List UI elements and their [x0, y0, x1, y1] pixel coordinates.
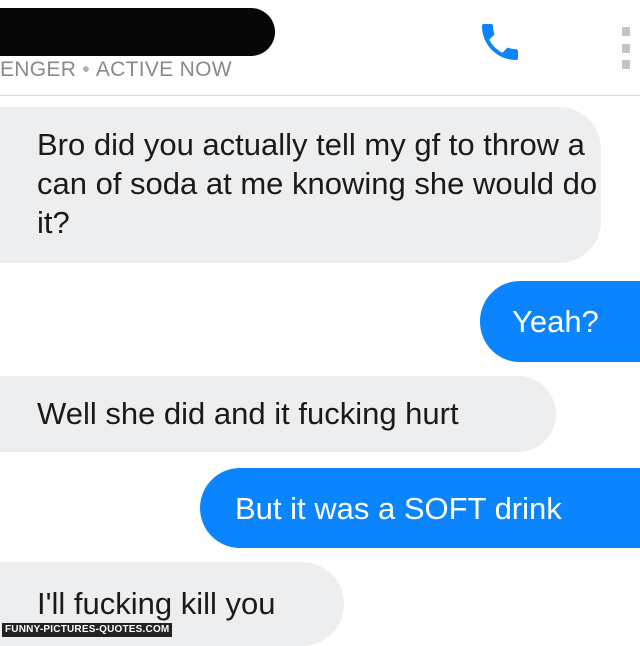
contact-name-fragment: ENGER	[0, 58, 77, 81]
watermark: FUNNY-PICTURES-QUOTES.COM	[2, 623, 173, 637]
redacted-contact-name	[0, 8, 275, 56]
active-status: ENGER • ACTIVE NOW	[0, 58, 232, 82]
conversation-header: ENGER • ACTIVE NOW	[0, 0, 640, 96]
outgoing-message-bubble[interactable]: But it was a SOFT drink	[200, 468, 640, 548]
status-separator: •	[82, 58, 90, 81]
more-vertical-icon[interactable]	[620, 27, 632, 69]
menu-dot	[622, 27, 630, 36]
outgoing-message-bubble[interactable]: Yeah?	[480, 281, 640, 362]
incoming-message-bubble[interactable]: Bro did you actually tell my gf to throw…	[0, 107, 601, 263]
active-now-label: ACTIVE NOW	[95, 58, 232, 81]
incoming-message-bubble[interactable]: Well she did and it fucking hurt	[0, 376, 556, 452]
menu-dot	[622, 43, 630, 53]
menu-dot	[622, 60, 630, 69]
phone-icon-graphic	[482, 24, 518, 60]
phone-icon[interactable]	[476, 18, 524, 66]
